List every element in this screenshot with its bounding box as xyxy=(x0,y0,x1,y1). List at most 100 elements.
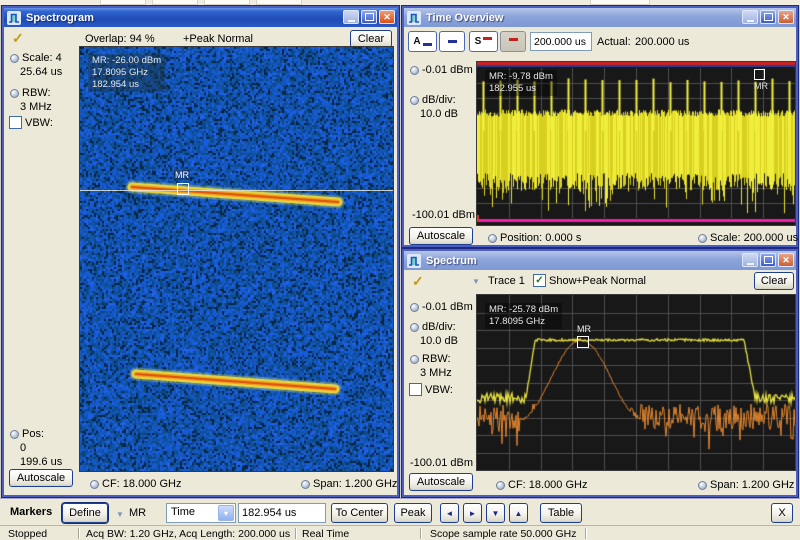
vbw-checkbox[interactable] xyxy=(9,116,22,129)
trace-dropdown-icon[interactable]: ▼ xyxy=(472,277,480,286)
scale-knob-icon[interactable] xyxy=(698,234,707,243)
actual-label: Actual: xyxy=(597,36,631,48)
define-button[interactable]: Define xyxy=(62,503,108,523)
minimize-button[interactable] xyxy=(343,10,359,24)
top-toolbar-remnant xyxy=(0,0,800,5)
status-bar: Stopped Acq BW: 1.20 GHz, Acq Length: 20… xyxy=(0,525,800,540)
check-icon: ✓ xyxy=(535,276,543,286)
maximize-button[interactable] xyxy=(760,253,776,267)
position-knob-icon[interactable] xyxy=(488,234,497,243)
spectrum-plot[interactable]: MR: -25.78 dBm 17.8095 GHz MR xyxy=(477,295,795,470)
clear-button[interactable]: Clear xyxy=(350,30,392,48)
toolbar-remnant-button xyxy=(256,0,302,5)
ref-level-knob-icon[interactable] xyxy=(410,66,419,75)
peak-right-button[interactable]: ► xyxy=(463,503,482,523)
autoscale-button[interactable]: Autoscale xyxy=(9,469,73,487)
ref-level-knob-icon[interactable] xyxy=(410,303,419,312)
cf-knob-icon[interactable] xyxy=(90,480,99,489)
pos-value: 0 xyxy=(20,442,26,454)
toolbar-remnant-button xyxy=(204,0,250,5)
marker-readout: MR: -25.78 dBm 17.8095 GHz xyxy=(485,303,562,329)
dbdiv-knob-icon[interactable] xyxy=(410,323,419,332)
close-icon[interactable]: ✕ xyxy=(379,10,395,24)
scale-knob-icon[interactable] xyxy=(10,54,19,63)
blue-bar-icon xyxy=(448,40,457,43)
run-state: Stopped xyxy=(8,528,47,540)
clear-button[interactable]: Clear xyxy=(754,272,794,290)
rbw-knob-icon[interactable] xyxy=(10,89,19,98)
vbw-label: VBW: xyxy=(425,384,453,396)
markers-label: Markers xyxy=(10,506,52,518)
time-overview-titlebar[interactable]: Time Overview ✕ xyxy=(404,8,796,27)
marker-value-input[interactable] xyxy=(238,503,326,523)
trace-label[interactable]: Trace 1 xyxy=(488,275,525,287)
time-overview-plot[interactable]: MR: -9.78 dBm 182.955 us MR xyxy=(477,62,795,225)
toolbar-remnant-button xyxy=(100,0,146,5)
maximize-button[interactable] xyxy=(760,10,776,24)
close-icon[interactable]: ✕ xyxy=(778,10,794,24)
scale-value: 25.64 us xyxy=(20,66,62,78)
divider xyxy=(420,528,421,539)
spectrogram-panel: Spectrogram ✕ ✓ Overlap: 94 % +Peak Norm… xyxy=(2,6,399,497)
divider xyxy=(78,528,79,539)
spectrum-time-button[interactable]: S xyxy=(469,31,498,52)
time-overview-panel: Time Overview ✕ A S Actual: 200.000 us -… xyxy=(402,6,798,247)
autoscale-button[interactable]: Autoscale xyxy=(409,227,473,245)
spectrum-zoom-button[interactable] xyxy=(500,31,526,52)
minimize-button[interactable] xyxy=(742,10,758,24)
show-checkbox[interactable]: ✓ xyxy=(533,274,546,287)
spectrogram-plot[interactable]: MR: -26.00 dBm 17.8095 GHz 182.954 us MR xyxy=(80,47,393,471)
autoscale-button[interactable]: Autoscale xyxy=(409,473,473,491)
arrow-left-icon: ◄ xyxy=(446,509,454,518)
red-bar-icon xyxy=(509,38,518,41)
peak-left-button[interactable]: ◄ xyxy=(440,503,459,523)
pos-label: Pos: xyxy=(22,428,44,440)
divider xyxy=(585,528,586,539)
cf-label: CF: 18.000 GHz xyxy=(102,478,181,490)
span-knob-icon[interactable] xyxy=(698,481,707,490)
marker-mr[interactable] xyxy=(754,69,765,80)
maximize-button[interactable] xyxy=(361,10,377,24)
peak-down-button[interactable]: ▼ xyxy=(486,503,505,523)
vbw-label: VBW: xyxy=(25,117,53,129)
peak-button[interactable]: Peak xyxy=(394,503,432,523)
cf-knob-icon[interactable] xyxy=(496,481,505,490)
analysis-zoom-button[interactable] xyxy=(439,31,465,52)
span-label: Span: 1.200 GHz xyxy=(313,478,397,490)
overlap-label: Overlap: 94 % xyxy=(85,33,155,45)
dbdiv-label: dB/div: xyxy=(422,321,456,333)
chevron-down-icon[interactable]: ▾ xyxy=(218,505,234,521)
spectrogram-canvas[interactable] xyxy=(80,47,393,471)
detector-label: +Peak Normal xyxy=(576,275,646,287)
dbdiv-value: 10.0 dB xyxy=(420,108,458,120)
marker-mr[interactable] xyxy=(177,183,189,195)
toolbar-remnant-button xyxy=(590,0,650,5)
span-label: Span: 1.200 GHz xyxy=(710,479,794,491)
vbw-checkbox[interactable] xyxy=(409,383,422,396)
marker-mr[interactable] xyxy=(577,336,589,348)
peak-up-button[interactable]: ▲ xyxy=(509,503,528,523)
minimize-button[interactable] xyxy=(742,253,758,267)
scale-label: Scale: 200.000 us xyxy=(710,232,798,244)
spectrogram-titlebar[interactable]: Spectrogram ✕ xyxy=(4,8,397,27)
marker-dropdown-icon[interactable]: ▼ xyxy=(116,510,124,519)
span-knob-icon[interactable] xyxy=(301,480,310,489)
pos-knob-icon[interactable] xyxy=(10,430,19,439)
dbdiv-knob-icon[interactable] xyxy=(410,96,419,105)
rbw-knob-icon[interactable] xyxy=(410,355,419,364)
to-center-button[interactable]: To Center xyxy=(331,503,388,523)
analysis-letter: A xyxy=(413,36,420,47)
marker-name: MR xyxy=(129,507,146,519)
rbw-value: 3 MHz xyxy=(20,101,52,113)
analysis-time-button[interactable]: A xyxy=(408,31,437,52)
spectrum-panel: Spectrum ✕ ✓ ▼ Trace 1 ✓ Show +Peak Norm… xyxy=(402,249,798,497)
spectrum-titlebar[interactable]: Spectrum ✕ xyxy=(404,251,796,270)
sample-rate-label: Scope sample rate 50.000 GHz xyxy=(430,528,577,540)
table-button[interactable]: Table xyxy=(540,503,582,523)
arrow-down-icon: ▼ xyxy=(492,509,500,518)
pulse-window-icon xyxy=(407,254,421,268)
marker-type-combo[interactable]: Time ▾ xyxy=(166,503,236,523)
close-markers-button[interactable]: X xyxy=(771,503,793,523)
analysis-length-input[interactable] xyxy=(530,32,592,51)
close-icon[interactable]: ✕ xyxy=(778,253,794,267)
